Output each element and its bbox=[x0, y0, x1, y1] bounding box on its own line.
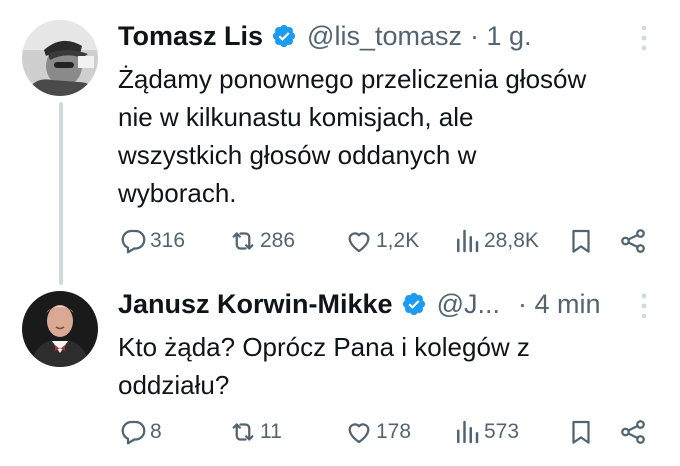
more-icon[interactable] bbox=[634, 22, 654, 54]
like-button[interactable]: 1,2K bbox=[344, 223, 419, 259]
avatar-tomasz-lis[interactable] bbox=[22, 20, 98, 96]
tweet-text: Żądamy ponownego przeliczenia głosów nie… bbox=[118, 60, 658, 212]
views-button[interactable]: 28,8K bbox=[452, 223, 539, 259]
share-button[interactable] bbox=[618, 223, 648, 259]
views-count: 573 bbox=[484, 420, 520, 443]
repost-count: 286 bbox=[260, 229, 296, 252]
tweet-timestamp[interactable]: · 4 min bbox=[518, 289, 601, 320]
repost-button[interactable]: 11 bbox=[228, 414, 282, 450]
verified-badge-icon bbox=[402, 292, 425, 316]
heart-icon bbox=[348, 423, 370, 444]
views-icon bbox=[457, 420, 479, 444]
tweet-text-line: Żądamy ponownego przeliczenia głosów bbox=[118, 64, 587, 94]
tweet-actions: 8 11 178 573 bbox=[118, 414, 648, 450]
reply-icon bbox=[121, 229, 146, 254]
tweet-header: Janusz Korwin-Mikke @J... · 4 min bbox=[118, 287, 601, 321]
verified-badge-icon bbox=[272, 24, 296, 48]
author-name[interactable]: Tomasz Lis bbox=[118, 21, 263, 52]
views-icon bbox=[457, 229, 479, 253]
tweet-text: Kto żąda? Oprócz Pana i kolegów z oddzia… bbox=[118, 328, 658, 404]
tweet-actions: 316 286 1,2K 28,8K bbox=[118, 223, 648, 259]
author-handle[interactable]: @J... bbox=[437, 289, 500, 320]
tweet-text-line: oddziału? bbox=[118, 370, 230, 400]
bookmark-button[interactable] bbox=[566, 223, 596, 259]
like-count: 178 bbox=[376, 420, 412, 443]
reply-button[interactable]: 8 bbox=[118, 414, 162, 450]
repost-count: 11 bbox=[260, 420, 282, 443]
reply-icon bbox=[121, 420, 146, 445]
tweet-timestamp[interactable]: · 1 g. bbox=[470, 21, 532, 52]
thread-connector-line bbox=[59, 102, 63, 285]
tweet-text-line: wyborach. bbox=[118, 178, 237, 208]
repost-button[interactable]: 286 bbox=[228, 223, 295, 259]
repost-icon bbox=[232, 232, 254, 250]
bookmark-button[interactable] bbox=[566, 414, 596, 450]
author-name[interactable]: Janusz Korwin-Mikke bbox=[118, 289, 393, 320]
tweet-text-line: nie w kilkunastu komisjach, ale bbox=[118, 102, 474, 132]
bookmark-icon bbox=[572, 229, 590, 253]
more-icon[interactable] bbox=[634, 290, 654, 322]
views-count: 28,8K bbox=[484, 229, 539, 252]
author-handle[interactable]: @lis_tomasz bbox=[307, 21, 462, 52]
heart-icon bbox=[348, 232, 370, 253]
like-button[interactable]: 178 bbox=[344, 414, 411, 450]
tweet-text-line: wszystkich głosów oddanych w bbox=[118, 140, 477, 170]
like-count: 1,2K bbox=[376, 229, 420, 252]
share-icon bbox=[621, 420, 645, 444]
tweet-header: Tomasz Lis @lis_tomasz · 1 g. bbox=[118, 19, 532, 53]
tweet-text-line: Kto żąda? Oprócz Pana i kolegów z bbox=[118, 332, 530, 362]
share-button[interactable] bbox=[618, 414, 648, 450]
share-icon bbox=[621, 229, 645, 253]
repost-icon bbox=[232, 423, 254, 441]
bookmark-icon bbox=[572, 420, 590, 444]
views-button[interactable]: 573 bbox=[452, 414, 519, 450]
reply-button[interactable]: 316 bbox=[118, 223, 185, 259]
reply-count: 316 bbox=[150, 229, 186, 252]
avatar-janusz-korwin-mikke[interactable] bbox=[22, 291, 98, 367]
reply-count: 8 bbox=[150, 420, 162, 443]
